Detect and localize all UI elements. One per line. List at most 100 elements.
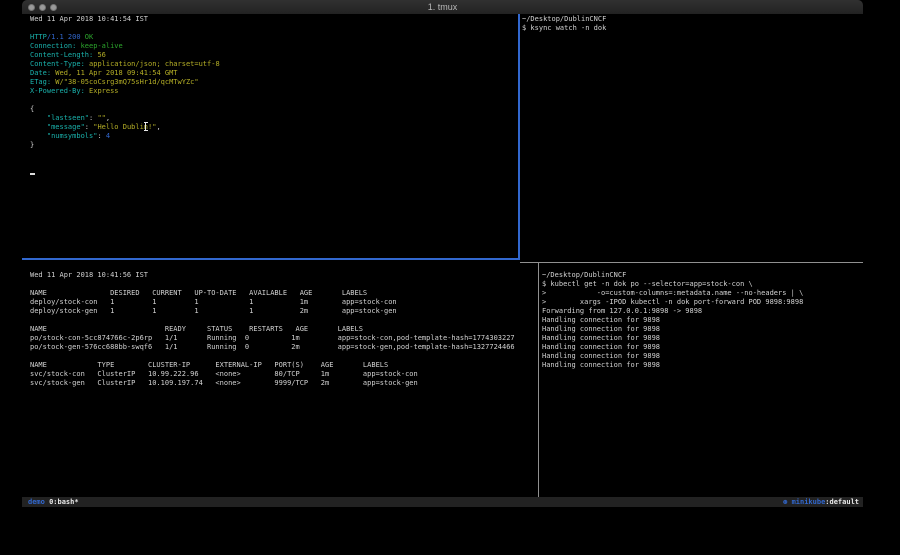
helm-icon: ⊛: [783, 498, 791, 506]
text-segment: Express: [89, 87, 119, 95]
terminal-line: Wed 11 Apr 2018 10:41:54 IST: [30, 15, 518, 24]
terminal-line: [30, 352, 538, 361]
terminal-line: po/stock-gen-576cc688bb-swqf6 1/1 Runnin…: [30, 343, 538, 352]
terminal-line: Handling connection for 9898: [542, 343, 863, 352]
text-segment: W/"38-05coCsrg3mQ75sHr1d/qcMTwYZc": [55, 78, 198, 86]
text-segment: $ ksync watch -n dok: [522, 24, 606, 32]
text-segment: Content-Type:: [30, 60, 85, 68]
text-segment: Content-Length:: [30, 51, 93, 59]
status-window-label: 0:bash*: [49, 498, 79, 506]
pane-http-response[interactable]: Wed 11 Apr 2018 10:41:54 IST HTTP/1.1 200…: [22, 14, 518, 258]
terminal-line: > xargs -IPOD kubectl -n dok port-forwar…: [542, 298, 863, 307]
pane-port-forward[interactable]: ~/Desktop/DublinCNCF$ kubectl get -n dok…: [540, 260, 863, 497]
terminal-window: 1. tmux Wed 11 Apr 2018 10:41:54 IST HTTP…: [22, 0, 863, 507]
text-segment: "numsymbols": [47, 132, 98, 140]
tmux-terminal: Wed 11 Apr 2018 10:41:54 IST HTTP/1.1 200…: [22, 14, 863, 497]
terminal-line: Connection: keep-alive: [30, 42, 518, 51]
text-segment: Wed 11 Apr 2018 10:41:56 IST: [30, 271, 148, 279]
text-segment: deploy/stock-con 1 1 1 1 1m app=stock-co…: [30, 298, 397, 306]
terminal-line: svc/stock-gen ClusterIP 10.109.197.74 <n…: [30, 379, 538, 388]
text-segment: Handling connection for 9898: [542, 361, 660, 369]
terminal-line: NAME READY STATUS RESTARTS AGE LABELS: [30, 325, 538, 334]
pane-ksync-watch[interactable]: ~/Desktop/DublinCNCF$ ksync watch -n dok: [520, 14, 863, 258]
text-segment: Handling connection for 9898: [542, 352, 660, 360]
text-segment: Wed 11 Apr 2018 10:41:54 IST: [30, 15, 148, 23]
pane-divider-horizontal-right[interactable]: [520, 262, 863, 263]
pane-divider-horizontal-left-active[interactable]: [22, 258, 520, 260]
text-segment: keep-alive: [81, 42, 123, 50]
terminal-line: [30, 168, 518, 177]
terminal-line: ~/Desktop/DublinCNCF: [542, 271, 863, 280]
terminal-line: Content-Length: 56: [30, 51, 518, 60]
terminal-line: Handling connection for 9898: [542, 325, 863, 334]
terminal-line: svc/stock-con ClusterIP 10.99.222.96 <no…: [30, 370, 538, 379]
text-segment: Handling connection for 9898: [542, 316, 660, 324]
text-segment: svc/stock-con ClusterIP 10.99.222.96 <no…: [30, 370, 418, 378]
text-segment: ~/Desktop/DublinCNCF: [542, 271, 626, 279]
terminal-line: NAME DESIRED CURRENT UP-TO-DATE AVAILABL…: [30, 289, 538, 298]
text-segment: [30, 123, 47, 131]
terminal-line: [30, 159, 518, 168]
terminal-line: Handling connection for 9898: [542, 316, 863, 325]
status-session-window[interactable]: demo 0:bash*: [28, 497, 79, 507]
terminal-line: {: [30, 105, 518, 114]
text-segment: Handling connection for 9898: [542, 343, 660, 351]
terminal-line: Date: Wed, 11 Apr 2018 09:41:54 GMT: [30, 69, 518, 78]
terminal-line: "lastseen": "",: [30, 114, 518, 123]
text-segment: }: [30, 141, 34, 149]
status-kube-cluster: minikube: [792, 498, 826, 506]
terminal-line: [30, 280, 538, 289]
text-segment: 4: [106, 132, 110, 140]
terminal-line: "numsymbols": 4: [30, 132, 518, 141]
terminal-line: X-Powered-By: Express: [30, 87, 518, 96]
text-segment: deploy/stock-gen 1 1 1 1 2m app=stock-ge…: [30, 307, 397, 315]
text-segment: :: [97, 132, 105, 140]
text-segment: "message": [47, 123, 85, 131]
text-segment: > xargs -IPOD kubectl -n dok port-forwar…: [542, 298, 803, 306]
text-segment: "": [97, 114, 105, 122]
text-segment: ~/Desktop/DublinCNCF: [522, 15, 606, 23]
text-segment: "lastseen": [47, 114, 89, 122]
pane-divider-vertical-top-active[interactable]: [518, 14, 520, 260]
status-session-name: demo: [28, 498, 49, 506]
terminal-line: deploy/stock-con 1 1 1 1 1m app=stock-co…: [30, 298, 538, 307]
text-segment: ,: [156, 123, 160, 131]
desktop: 1. tmux Wed 11 Apr 2018 10:41:54 IST HTTP…: [0, 0, 900, 555]
terminal-line: ETag: W/"38-05coCsrg3mQ75sHr1d/qcMTwYZc": [30, 78, 518, 87]
terminal-line: Handling connection for 9898: [542, 352, 863, 361]
terminal-line: $ kubectl get -n dok po --selector=app=s…: [542, 280, 863, 289]
text-segment: [30, 132, 47, 140]
terminal-line: [30, 24, 518, 33]
text-segment: NAME TYPE CLUSTER-IP EXTERNAL-IP PORT(S)…: [30, 361, 388, 369]
terminal-line: ~/Desktop/DublinCNCF: [522, 15, 863, 24]
status-kube-namespace: :default: [825, 498, 859, 506]
window-titlebar[interactable]: 1. tmux: [22, 0, 863, 14]
terminal-line: > -o=custom-columns=:metadata.name --no-…: [542, 289, 863, 298]
tmux-status-bar: demo 0:bash* ⊛ minikube:default: [22, 497, 863, 507]
text-segment: [30, 114, 47, 122]
terminal-cursor: [30, 173, 35, 176]
terminal-line: [30, 150, 518, 159]
text-segment: Handling connection for 9898: [542, 325, 660, 333]
pane-kubectl-get[interactable]: Wed 11 Apr 2018 10:41:56 IST NAME DESIRED…: [22, 260, 538, 497]
mouse-text-cursor: [145, 122, 146, 131]
text-segment: Date:: [30, 69, 51, 77]
terminal-line: po/stock-con-5cc874766c-2p6rp 1/1 Runnin…: [30, 334, 538, 343]
terminal-line: HTTP/1.1 200 OK: [30, 33, 518, 42]
terminal-line: deploy/stock-gen 1 1 1 1 2m app=stock-ge…: [30, 307, 538, 316]
text-segment: HTTP: [30, 33, 47, 41]
terminal-line: Forwarding from 127.0.0.1:9898 -> 9898: [542, 307, 863, 316]
text-segment: Connection:: [30, 42, 76, 50]
text-segment: :: [85, 123, 93, 131]
terminal-line: $ ksync watch -n dok: [522, 24, 863, 33]
pane-divider-vertical-bottom[interactable]: [538, 262, 539, 497]
terminal-line: Wed 11 Apr 2018 10:41:56 IST: [30, 271, 538, 280]
terminal-line: Handling connection for 9898: [542, 334, 863, 343]
terminal-line: "message": "Hello Dublin!",: [30, 123, 518, 132]
text-segment: {: [30, 105, 34, 113]
text-segment: /1.1 200: [47, 33, 85, 41]
text-segment: po/stock-con-5cc874766c-2p6rp 1/1 Runnin…: [30, 334, 515, 342]
terminal-line: [30, 316, 538, 325]
terminal-line: [30, 96, 518, 105]
terminal-line: Content-Type: application/json; charset=…: [30, 60, 518, 69]
